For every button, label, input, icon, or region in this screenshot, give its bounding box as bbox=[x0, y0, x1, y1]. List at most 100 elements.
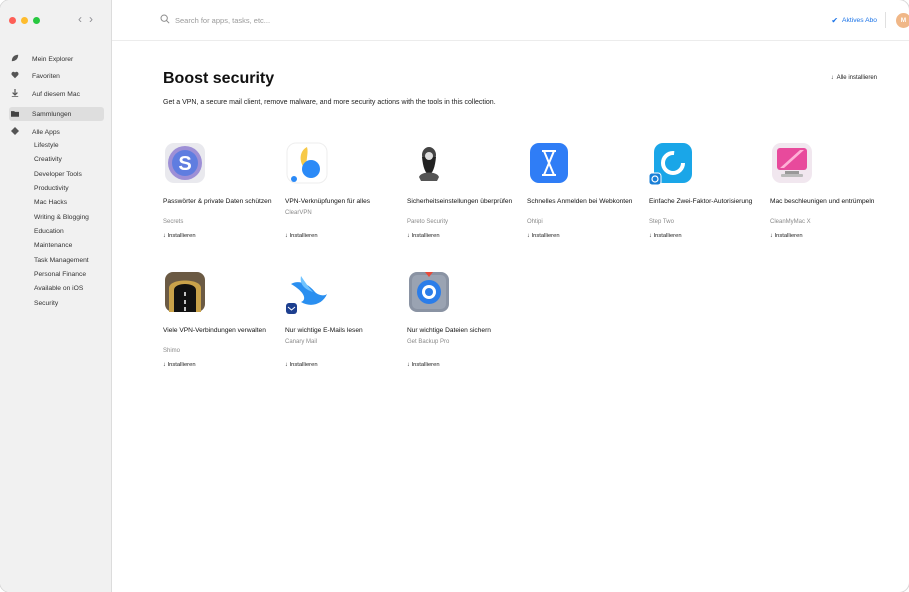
diamond-icon bbox=[9, 127, 20, 137]
pareto-security-icon bbox=[407, 141, 451, 185]
sidebar-category-education[interactable]: Education bbox=[34, 228, 64, 235]
divider bbox=[885, 12, 886, 28]
app-developer: ClearVPN bbox=[285, 210, 312, 216]
install-button[interactable]: ↓ Installieren bbox=[407, 362, 440, 368]
app-title: Sicherheitseinstellungen überprüfen bbox=[407, 198, 513, 205]
install-label: Installieren bbox=[411, 362, 440, 368]
checkmark-icon: ✔ bbox=[831, 16, 839, 25]
app-title: VPN-Verknüpfungen für alles bbox=[285, 198, 371, 205]
ohtipi-icon bbox=[527, 141, 571, 185]
download-arrow-icon: ↓ bbox=[527, 233, 530, 239]
minimize-window-button[interactable] bbox=[21, 17, 28, 24]
download-arrow-icon: ↓ bbox=[407, 233, 410, 239]
search-field[interactable]: Search for apps, tasks, etc... bbox=[160, 14, 270, 26]
download-arrow-icon: ↓ bbox=[163, 233, 166, 239]
page-title: Boost security bbox=[163, 70, 275, 87]
shimo-icon bbox=[163, 270, 207, 314]
forward-button[interactable]: › bbox=[89, 12, 100, 26]
install-label: Installieren bbox=[774, 233, 803, 239]
sidebar-item-alle-apps[interactable]: Alle Apps bbox=[9, 125, 104, 139]
app-developer: CleanMyMac X bbox=[770, 219, 811, 225]
install-button[interactable]: ↓ Installieren bbox=[649, 233, 682, 239]
sidebar-item-auf-diesem-mac[interactable]: Auf diesem Mac bbox=[9, 87, 104, 101]
install-label: Installieren bbox=[531, 233, 560, 239]
app-developer: Shimo bbox=[163, 348, 181, 354]
sidebar-item-label: Sammlungen bbox=[32, 110, 72, 118]
install-all-button[interactable]: ↓ Alle installieren bbox=[831, 75, 877, 81]
download-arrow-icon: ↓ bbox=[285, 233, 288, 239]
cleanmymac-icon bbox=[770, 141, 814, 185]
sidebar-category-mac-hacks[interactable]: Mac Hacks bbox=[34, 199, 67, 206]
app-window: ‹› Mein Explorer Favoriten Auf diesem Ma… bbox=[0, 0, 909, 592]
app-developer: Get Backup Pro bbox=[407, 339, 450, 345]
download-arrow-icon: ↓ bbox=[649, 233, 652, 239]
sidebar-category-creativity[interactable]: Creativity bbox=[34, 156, 62, 163]
install-button[interactable]: ↓ Installieren bbox=[285, 233, 318, 239]
clearvpn-icon bbox=[285, 141, 329, 185]
canary-mail-icon bbox=[285, 270, 329, 314]
install-button[interactable]: ↓ Installieren bbox=[163, 362, 196, 368]
subscription-label: Aktives Abo bbox=[842, 17, 877, 24]
install-button[interactable]: ↓ Installieren bbox=[527, 233, 560, 239]
sidebar-category-developer-tools[interactable]: Developer Tools bbox=[34, 171, 82, 178]
zoom-window-button[interactable] bbox=[33, 17, 40, 24]
download-arrow-icon: ↓ bbox=[770, 233, 773, 239]
install-label: Installieren bbox=[289, 362, 318, 368]
app-developer: Step Two bbox=[649, 219, 674, 225]
search-icon bbox=[160, 14, 175, 26]
sidebar-item-favoriten[interactable]: Favoriten bbox=[9, 69, 104, 83]
app-title: Schnelles Anmelden bei Webkonten bbox=[527, 198, 633, 205]
sidebar-category-personal-finance[interactable]: Personal Finance bbox=[34, 271, 86, 278]
download-arrow-icon bbox=[9, 89, 20, 99]
app-title: Nur wichtige E-Mails lesen bbox=[285, 327, 363, 334]
sidebar-item-label: Auf diesem Mac bbox=[32, 90, 80, 98]
install-label: Installieren bbox=[411, 233, 440, 239]
sidebar-category-writing-blogging[interactable]: Writing & Blogging bbox=[34, 214, 89, 221]
sidebar-category-productivity[interactable]: Productivity bbox=[34, 185, 69, 192]
sidebar-item-sammlungen[interactable]: Sammlungen bbox=[9, 107, 104, 121]
svg-text:S: S bbox=[178, 153, 191, 175]
sidebar-item-label: Mein Explorer bbox=[32, 55, 74, 63]
window-controls bbox=[9, 17, 40, 24]
sidebar-category-maintenance[interactable]: Maintenance bbox=[34, 242, 72, 249]
sidebar-item-label: Favoriten bbox=[32, 72, 60, 80]
install-label: Installieren bbox=[167, 362, 196, 368]
main-content: Search for apps, tasks, etc... ✔ Aktives… bbox=[112, 0, 909, 592]
install-button[interactable]: ↓ Installieren bbox=[407, 233, 440, 239]
back-button[interactable]: ‹ bbox=[78, 12, 89, 26]
get-backup-pro-icon bbox=[407, 270, 451, 314]
install-button[interactable]: ↓ Installieren bbox=[163, 233, 196, 239]
nav-arrows: ‹› bbox=[78, 12, 100, 26]
subscription-status[interactable]: ✔ Aktives Abo bbox=[831, 16, 877, 25]
download-arrow-icon: ↓ bbox=[407, 362, 410, 368]
heart-icon bbox=[9, 71, 20, 81]
sidebar: ‹› Mein Explorer Favoriten Auf diesem Ma… bbox=[0, 0, 112, 592]
app-developer: Secrets bbox=[163, 219, 184, 225]
install-button[interactable]: ↓ Installieren bbox=[770, 233, 803, 239]
app-title: Passwörter & private Daten schützen bbox=[163, 198, 272, 205]
install-all-label: Alle installieren bbox=[836, 75, 877, 81]
collection-description: Get a VPN, a secure mail client, remove … bbox=[163, 99, 496, 106]
avatar[interactable]: M bbox=[896, 13, 909, 28]
sidebar-category-security[interactable]: Security bbox=[34, 300, 58, 307]
sidebar-category-lifestyle[interactable]: Lifestyle bbox=[34, 142, 59, 149]
app-title: Mac beschleunigen und entrümpeln bbox=[770, 198, 875, 205]
leaf-icon bbox=[9, 54, 20, 64]
top-bar: Search for apps, tasks, etc... ✔ Aktives… bbox=[112, 0, 909, 41]
folder-icon bbox=[9, 110, 20, 119]
close-window-button[interactable] bbox=[9, 17, 16, 24]
sidebar-category-task-management[interactable]: Task Management bbox=[34, 257, 89, 264]
install-button[interactable]: ↓ Installieren bbox=[285, 362, 318, 368]
sidebar-category-available-on-ios[interactable]: Available on iOS bbox=[34, 285, 83, 292]
app-developer: Canary Mail bbox=[285, 339, 318, 345]
step-two-icon bbox=[648, 141, 693, 186]
sidebar-item-mein-explorer[interactable]: Mein Explorer bbox=[9, 52, 104, 66]
install-label: Installieren bbox=[653, 233, 682, 239]
search-input[interactable]: Search for apps, tasks, etc... bbox=[175, 16, 270, 25]
app-title: Einfache Zwei-Faktor-Autorisierung bbox=[649, 198, 753, 205]
install-label: Installieren bbox=[289, 233, 318, 239]
app-developer: Ohtipi bbox=[527, 219, 543, 225]
app-title: Viele VPN-Verbindungen verwalten bbox=[163, 327, 266, 334]
install-label: Installieren bbox=[167, 233, 196, 239]
download-arrow-icon: ↓ bbox=[163, 362, 166, 368]
